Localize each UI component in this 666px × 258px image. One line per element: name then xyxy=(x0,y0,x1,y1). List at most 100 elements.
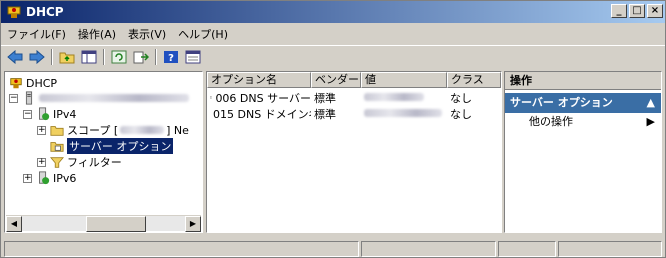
class-cell: なし xyxy=(450,91,472,105)
value-redacted xyxy=(364,109,442,117)
tree-label: IPv4 xyxy=(53,107,77,121)
back-button[interactable] xyxy=(5,48,25,66)
menu-action[interactable]: 操作(A) xyxy=(72,26,122,42)
tree-horizontal-scrollbar[interactable]: ◀ ▶ xyxy=(6,215,201,232)
collapse-icon[interactable]: − xyxy=(9,93,18,103)
status-cell xyxy=(4,241,359,257)
tree-label: フィルター xyxy=(67,156,122,169)
tree-label: IPv6 xyxy=(53,171,77,185)
toolbar-separator xyxy=(51,48,53,65)
actions-header: 操作 xyxy=(505,72,661,90)
dhcp-app-icon xyxy=(7,6,21,18)
option-name-cell: 015 DNS ドメイン名 xyxy=(207,106,311,122)
status-cell xyxy=(558,241,662,257)
server-name-redacted xyxy=(39,94,189,102)
class-cell: なし xyxy=(450,107,472,121)
menu-help[interactable]: ヘルプ(H) xyxy=(172,26,234,42)
help-button[interactable]: ? xyxy=(161,48,181,66)
server-icon xyxy=(25,91,33,105)
list-row[interactable]: 015 DNS ドメイン名 標準 なし xyxy=(207,106,501,121)
show-hide-tree-button[interactable] xyxy=(79,48,99,66)
tree-label: スコープ [ xyxy=(67,124,119,137)
maximize-button[interactable]: □ xyxy=(629,4,645,18)
option-name-cell: 006 DNS サーバー xyxy=(207,90,311,106)
value-cell xyxy=(361,107,447,120)
export-list-button[interactable] xyxy=(131,48,151,66)
menu-file[interactable]: ファイル(F) xyxy=(1,26,72,42)
value-cell xyxy=(361,91,447,104)
toolbar-separator xyxy=(103,48,105,65)
action-more-actions[interactable]: 他の操作 ▶ xyxy=(505,113,661,131)
properties-button[interactable] xyxy=(183,48,203,66)
scroll-left-arrow-icon[interactable]: ◀ xyxy=(6,216,22,232)
forward-button[interactable] xyxy=(27,48,47,66)
vendor-cell: 標準 xyxy=(314,107,336,121)
close-button[interactable]: × xyxy=(647,4,663,18)
help-icon: ? xyxy=(164,50,178,64)
actions-section-label: サーバー オプション xyxy=(510,96,613,109)
refresh-icon xyxy=(111,50,127,63)
tree-label-suffix: ] Ne xyxy=(166,123,189,137)
properties-icon xyxy=(185,50,201,63)
actions-pane: 操作 サーバー オプション ▲ 他の操作 ▶ xyxy=(504,71,662,233)
option-name: 006 DNS サーバー xyxy=(215,91,311,105)
expand-icon[interactable]: + xyxy=(23,173,32,183)
status-bar xyxy=(4,241,662,257)
dhcp-icon xyxy=(10,78,22,89)
console-tree: DHCP − − IPv4 + スコープ [ ] Ne サーバー オプション +… xyxy=(4,71,203,233)
title-bar[interactable]: DHCP _ □ × xyxy=(1,1,665,23)
ipv4-icon xyxy=(39,107,50,121)
tree-node-scope[interactable]: + スコープ [ ] Ne xyxy=(37,122,189,138)
tree-node-dhcp[interactable]: DHCP xyxy=(9,75,57,91)
tree-label-selected: サーバー オプション xyxy=(67,138,174,154)
collapse-icon[interactable]: − xyxy=(23,109,32,119)
up-folder-button[interactable] xyxy=(57,48,77,66)
dhcp-window: DHCP _ □ × ファイル(F) 操作(A) 表示(V) ヘルプ(H) ? … xyxy=(0,0,666,258)
expand-icon[interactable]: + xyxy=(37,125,46,135)
toolbar: ? xyxy=(1,45,665,67)
server-options-icon xyxy=(50,142,64,152)
menu-view[interactable]: 表示(V) xyxy=(122,26,172,42)
action-label: 他の操作 xyxy=(529,115,573,128)
list-header: オプション名 ベンダー 値 クラス xyxy=(207,72,501,88)
options-list: オプション名 ベンダー 値 クラス 006 DNS サーバー 標準 なし 015… xyxy=(206,71,502,233)
window-title: DHCP xyxy=(26,5,64,19)
option-name: 015 DNS ドメイン名 xyxy=(213,107,311,121)
tree-node-filters[interactable]: + フィルター xyxy=(37,154,122,170)
expand-icon[interactable]: + xyxy=(37,157,46,167)
list-row[interactable]: 006 DNS サーバー 標準 なし xyxy=(207,90,501,105)
option-doc-icon xyxy=(210,96,213,99)
svg-text:?: ? xyxy=(168,53,174,64)
tree-label: DHCP xyxy=(26,76,58,90)
value-redacted xyxy=(364,93,424,101)
submenu-arrow-icon: ▶ xyxy=(646,115,655,128)
vendor-cell: 標準 xyxy=(314,91,336,105)
tree-node-server[interactable]: − xyxy=(9,90,189,106)
status-cell xyxy=(360,241,497,257)
collapse-arrow-icon[interactable]: ▲ xyxy=(647,93,655,113)
scope-address-redacted xyxy=(120,126,165,134)
column-header-option-name[interactable]: オプション名 xyxy=(207,72,311,88)
actions-section-server-options[interactable]: サーバー オプション ▲ xyxy=(505,93,661,113)
show-hide-tree-icon xyxy=(81,50,97,63)
minimize-button[interactable]: _ xyxy=(611,4,627,18)
column-header-class[interactable]: クラス xyxy=(447,72,501,88)
scroll-right-arrow-icon[interactable]: ▶ xyxy=(185,216,201,232)
column-header-vendor[interactable]: ベンダー xyxy=(311,72,361,88)
up-folder-icon xyxy=(59,52,75,63)
refresh-button[interactable] xyxy=(109,48,129,66)
menu-bar: ファイル(F) 操作(A) 表示(V) ヘルプ(H) xyxy=(1,24,665,44)
tree-node-ipv4[interactable]: − IPv4 xyxy=(23,106,76,122)
toolbar-separator xyxy=(155,48,157,65)
forward-icon xyxy=(29,49,45,64)
column-header-value[interactable]: 値 xyxy=(361,72,447,88)
tree-node-ipv6[interactable]: + IPv6 xyxy=(23,170,76,186)
main-area: DHCP − − IPv4 + スコープ [ ] Ne サーバー オプション +… xyxy=(4,71,662,239)
scroll-thumb[interactable] xyxy=(86,216,146,232)
back-icon xyxy=(7,49,23,64)
export-list-icon xyxy=(133,51,149,63)
status-cell xyxy=(498,241,557,257)
ipv6-icon xyxy=(39,171,50,185)
tree-node-server-options[interactable]: サーバー オプション xyxy=(50,138,174,154)
folder-icon xyxy=(50,126,64,136)
